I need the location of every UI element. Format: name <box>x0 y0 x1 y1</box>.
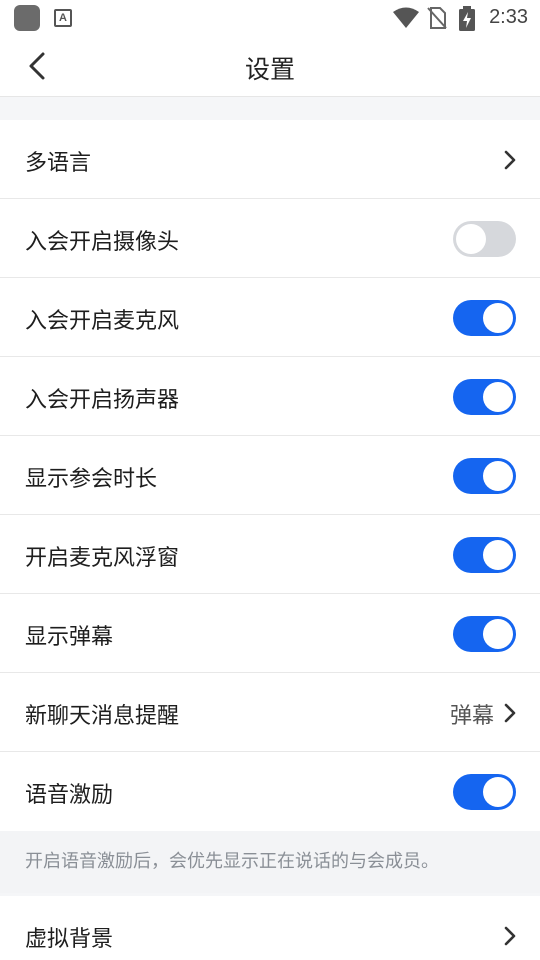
setting-row-speaker: 入会开启扬声器 <box>0 357 540 436</box>
nav-bar: 设置 <box>0 36 540 97</box>
setting-row-language[interactable]: 多语言 <box>0 120 540 199</box>
voice-activation-hint: 开启语音激励后，会优先显示正在说话的与会成员。 <box>0 831 540 893</box>
wifi-icon <box>393 7 419 28</box>
toggle-knob <box>483 461 513 491</box>
page-title: 设置 <box>244 55 295 84</box>
microphone-toggle[interactable] <box>453 300 516 336</box>
setting-label: 多语言 <box>25 151 92 176</box>
setting-row-voice-activation: 语音激励 <box>0 752 540 831</box>
app-icon <box>14 5 40 31</box>
setting-row-danmaku: 显示弹幕 <box>0 594 540 673</box>
chevron-right-icon <box>504 150 516 170</box>
keyboard-a-icon: A <box>54 9 72 27</box>
toggle-knob <box>483 303 513 333</box>
setting-label: 入会开启麦克风 <box>25 309 180 334</box>
setting-label: 显示弹幕 <box>25 625 114 650</box>
setting-label: 虚拟背景 <box>25 927 114 952</box>
setting-row-meeting-duration: 显示参会时长 <box>0 436 540 515</box>
setting-label: 开启麦克风浮窗 <box>25 546 180 571</box>
setting-row-chat-reminder[interactable]: 新聊天消息提醒 弹幕 <box>0 673 540 752</box>
setting-label: 显示参会时长 <box>25 467 158 492</box>
status-time: 2:33 <box>489 6 528 28</box>
toggle-knob <box>483 540 513 570</box>
setting-row-camera: 入会开启摄像头 <box>0 199 540 278</box>
setting-row-microphone: 入会开启麦克风 <box>0 278 540 357</box>
camera-toggle[interactable] <box>453 221 516 257</box>
toggle-knob <box>483 382 513 412</box>
toggle-knob <box>483 619 513 649</box>
chevron-right-icon <box>504 703 516 723</box>
toggle-knob <box>456 224 486 254</box>
setting-label: 入会开启摄像头 <box>25 230 180 255</box>
speaker-toggle[interactable] <box>453 379 516 415</box>
voice-activation-toggle[interactable] <box>453 774 516 810</box>
battery-charging-icon <box>459 6 475 31</box>
setting-label: 语音激励 <box>25 783 114 808</box>
setting-row-virtual-background[interactable]: 虚拟背景 <box>0 896 540 960</box>
setting-row-mic-floating-window: 开启麦克风浮窗 <box>0 515 540 594</box>
meeting-duration-toggle[interactable] <box>453 458 516 494</box>
status-bar: A 2:33 <box>0 0 540 36</box>
mic-floating-window-toggle[interactable] <box>453 537 516 573</box>
no-sim-icon <box>427 7 447 29</box>
chat-reminder-value: 弹幕 <box>449 704 494 729</box>
chevron-right-icon <box>504 926 516 946</box>
setting-label: 入会开启扬声器 <box>25 388 180 413</box>
danmaku-toggle[interactable] <box>453 616 516 652</box>
setting-label: 新聊天消息提醒 <box>25 704 180 729</box>
toggle-knob <box>483 777 513 807</box>
hint-text: 开启语音激励后，会优先显示正在说话的与会成员。 <box>25 851 439 872</box>
